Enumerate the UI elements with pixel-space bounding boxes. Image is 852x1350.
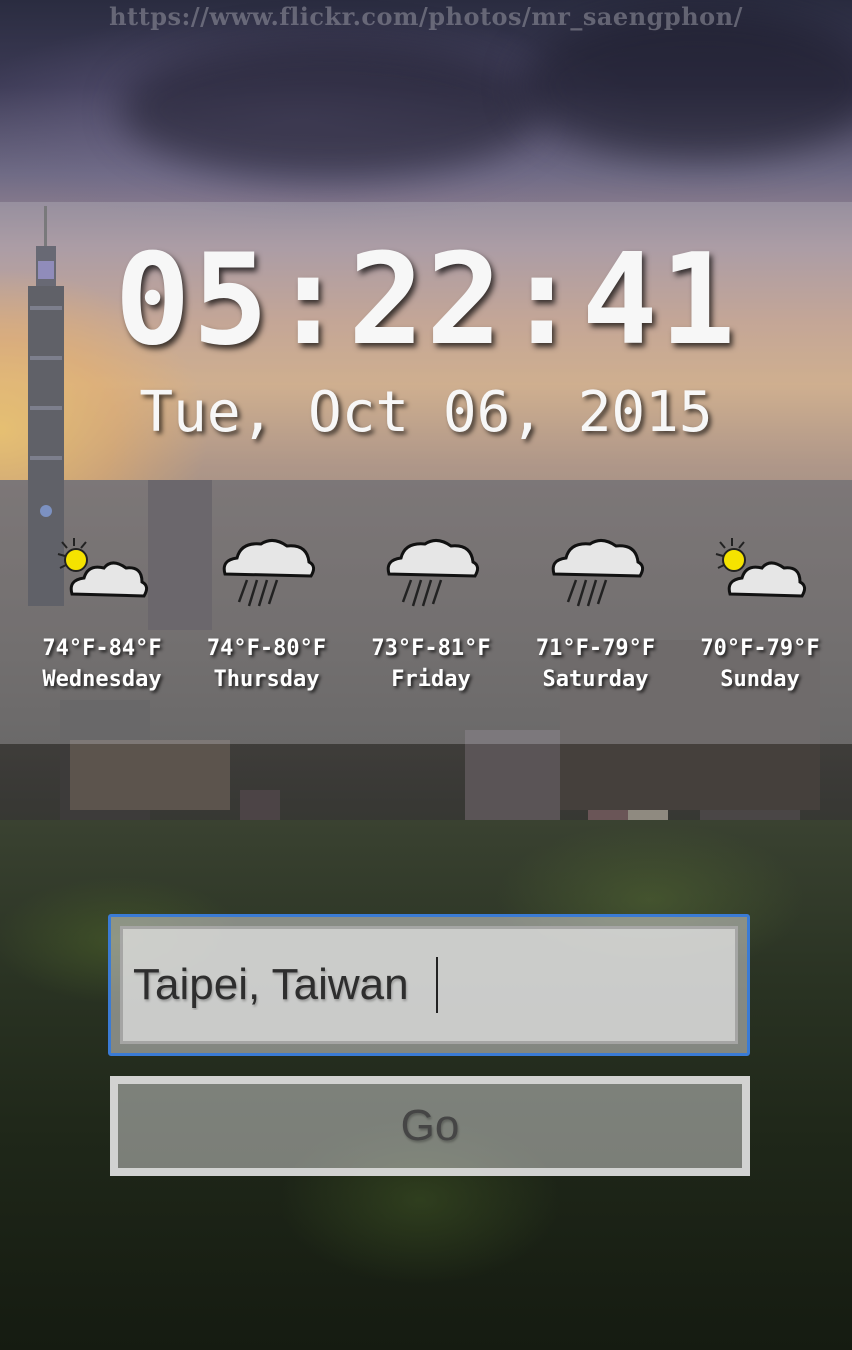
forecast-day-name: Friday (391, 667, 471, 692)
location-input[interactable] (123, 929, 735, 1041)
partly-cloudy-icon (715, 538, 807, 598)
forecast-temp: 70°F-79°F (700, 636, 820, 661)
forecast-temp: 73°F-81°F (371, 636, 491, 661)
forecast-day: 74°F-84°F Wednesday (20, 530, 184, 710)
rain-icon (386, 539, 480, 607)
forecast-day-name: Thursday (213, 667, 320, 692)
clock-time: 05:22:41 (114, 226, 738, 373)
forecast-temp: 71°F-79°F (535, 636, 656, 661)
forecast-temp: 74°F-80°F (206, 636, 327, 661)
forecast-day-name: Wednesday (42, 667, 162, 692)
forecast-day-name: Saturday (542, 667, 649, 692)
weather-forecast: 74°F-84°F Wednesday 74°F-80°F Thursday 7… (20, 530, 842, 710)
forecast-day-name: Sunday (720, 667, 800, 692)
forecast-day: 71°F-79°F Saturday (514, 530, 678, 710)
rain-icon (222, 539, 315, 607)
partly-cloudy-icon (57, 538, 149, 598)
forecast-day: 73°F-81°F Friday (349, 530, 513, 710)
photo-credit-watermark: https://www.flickr.com/photos/mr_saengph… (109, 2, 743, 31)
storm-cloud (120, 40, 540, 180)
rain-icon (551, 539, 644, 607)
forecast-temp: 74°F-84°F (42, 636, 162, 661)
forecast-day: 74°F-80°F Thursday (185, 530, 349, 710)
go-button[interactable]: Go (110, 1076, 750, 1176)
text-caret (436, 957, 438, 1013)
location-input-frame (108, 914, 750, 1056)
forecast-day: 70°F-79°F Sunday (678, 530, 842, 710)
clock-date: Tue, Oct 06, 2015 (139, 380, 713, 445)
location-input-inner (120, 926, 738, 1044)
